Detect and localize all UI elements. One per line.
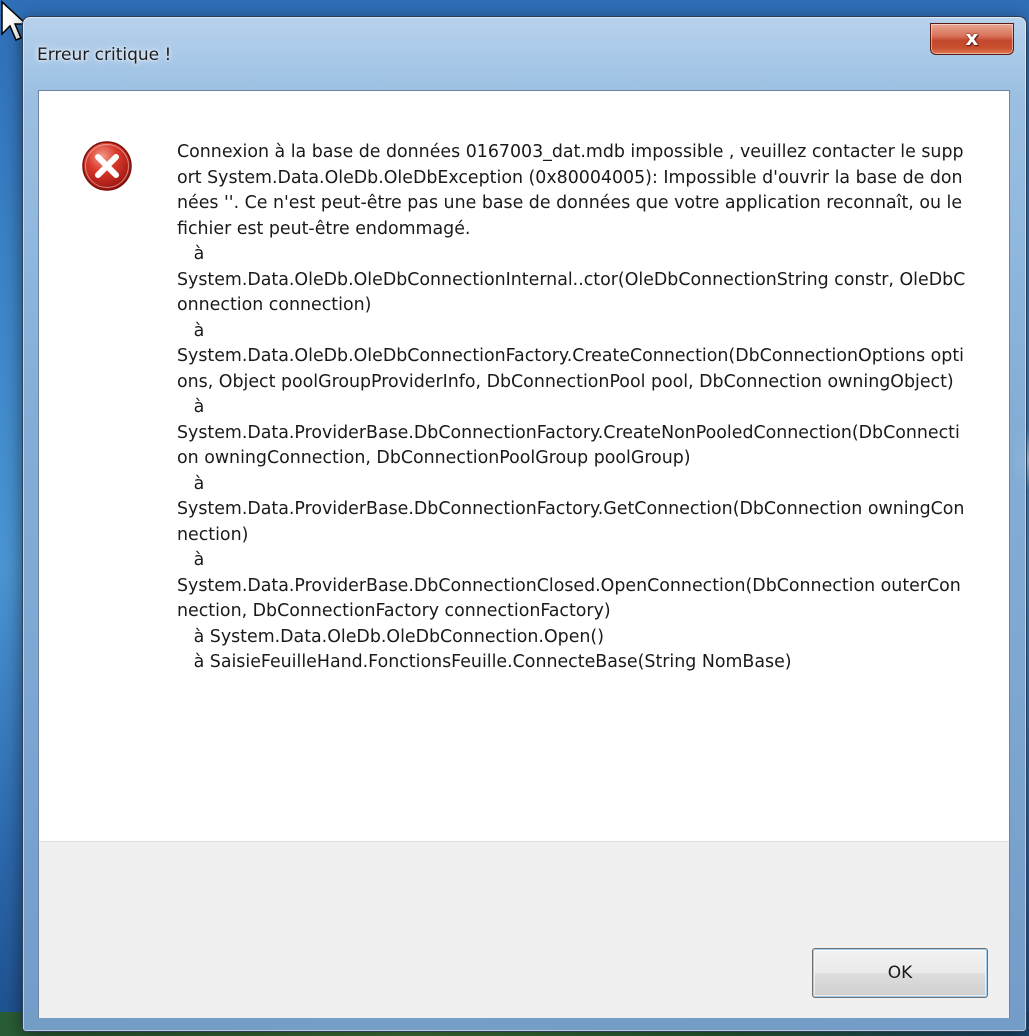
button-bar: OK xyxy=(39,841,1009,1018)
error-dialog-window: Erreur critique ! x Connexion à la base … xyxy=(22,16,1027,1032)
ok-button[interactable]: OK xyxy=(812,948,988,998)
message-area: Connexion à la base de données 0167003_d… xyxy=(39,91,1009,841)
title-bar[interactable]: Erreur critique ! x xyxy=(23,17,1026,91)
close-button[interactable]: x xyxy=(930,23,1014,55)
close-icon: x xyxy=(965,26,979,50)
window-title: Erreur critique ! xyxy=(37,45,172,65)
error-icon xyxy=(82,141,132,191)
error-message-text: Connexion à la base de données 0167003_d… xyxy=(177,142,966,672)
dialog-client-area: Connexion à la base de données 0167003_d… xyxy=(38,90,1010,1018)
